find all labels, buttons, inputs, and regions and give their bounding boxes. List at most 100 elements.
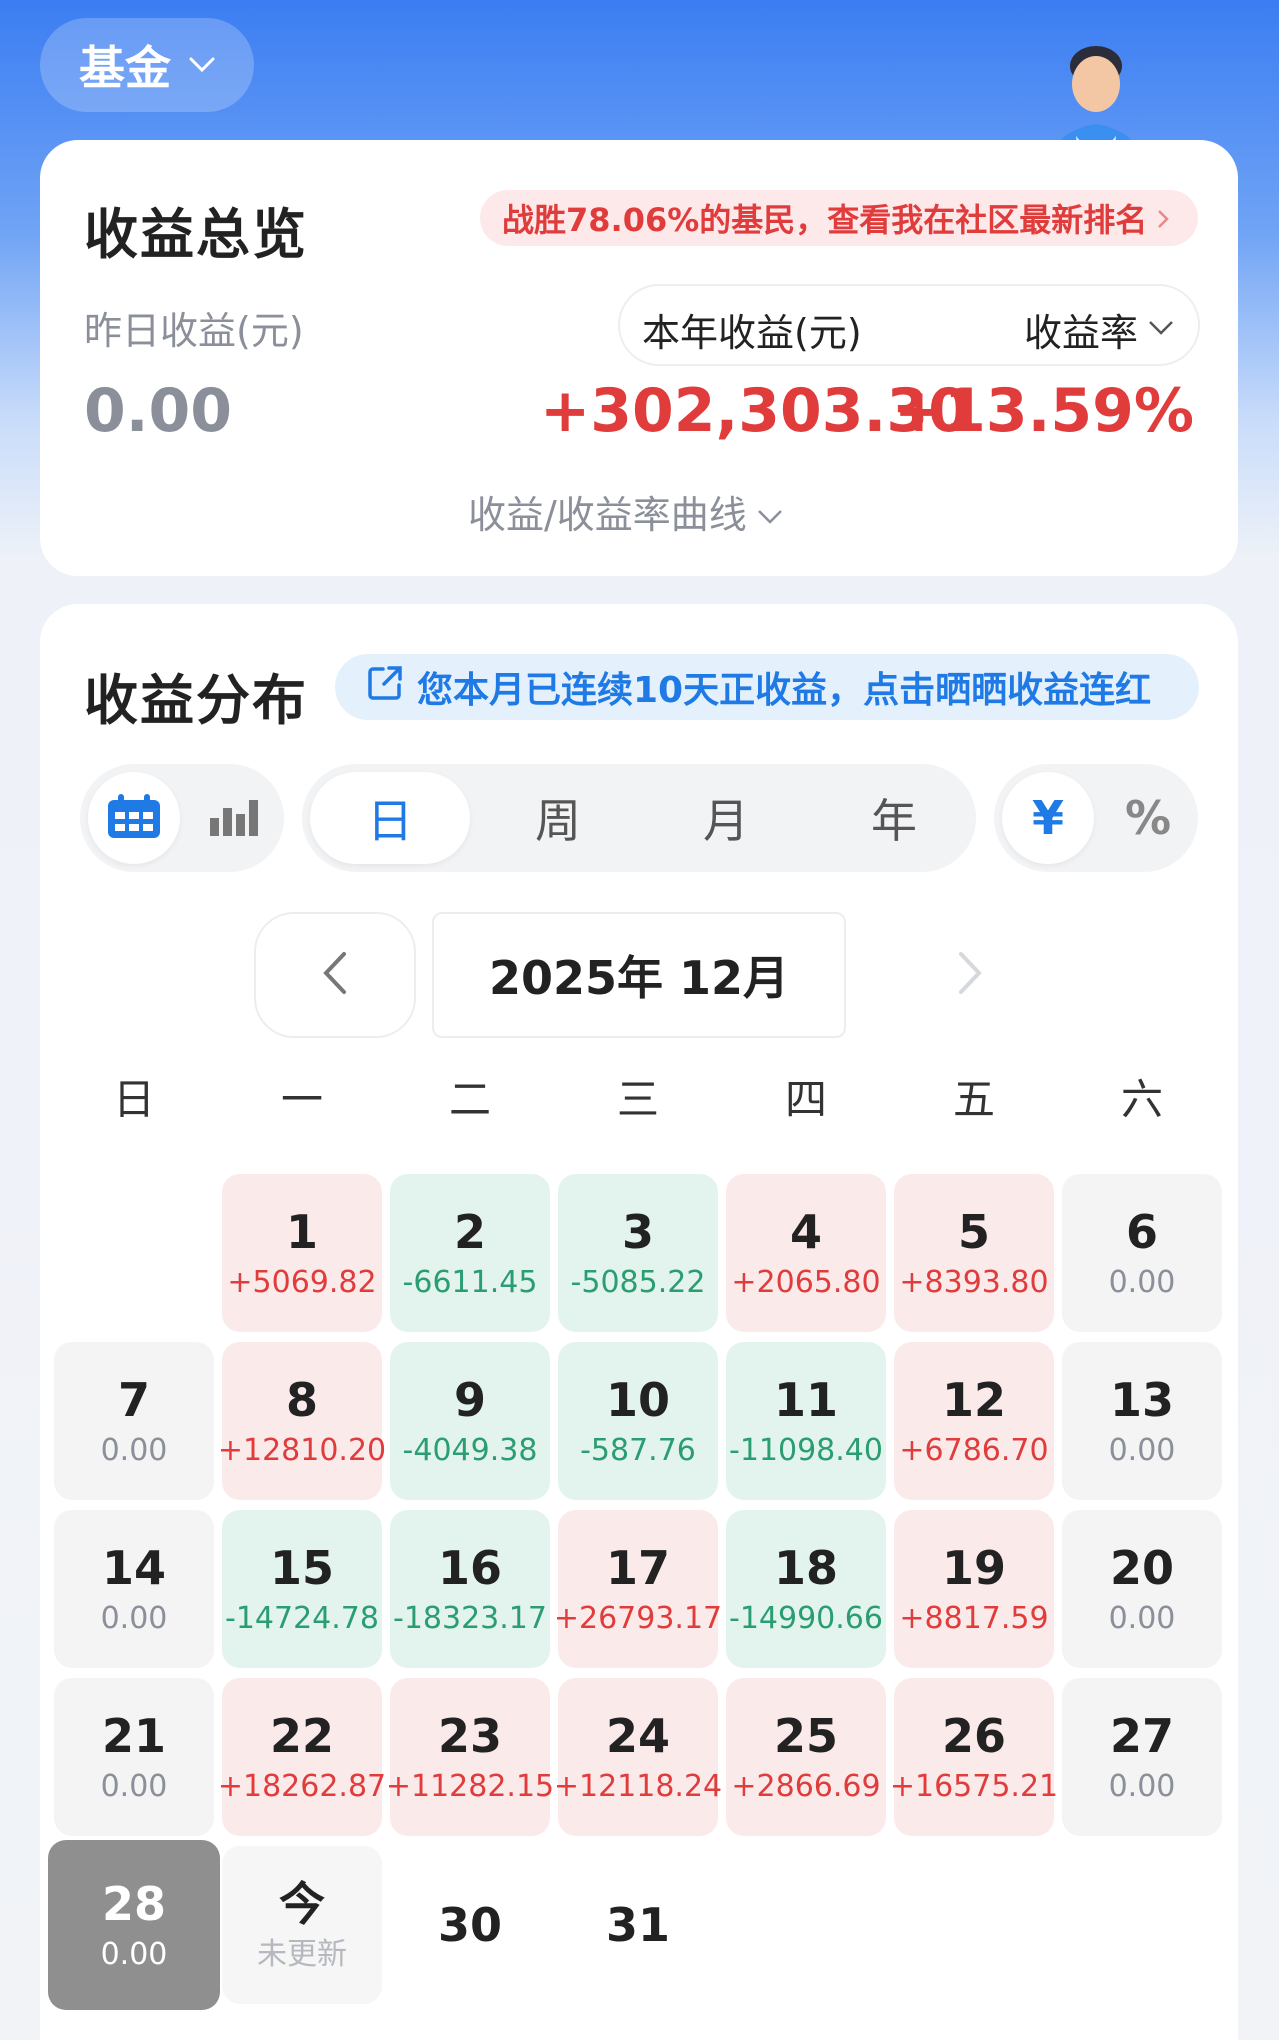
asset-type-label: 基金 bbox=[79, 41, 171, 95]
year-earnings-header[interactable]: 本年收益(元) 收益率 bbox=[618, 284, 1200, 366]
calendar-day-earnings: -6611.45 bbox=[402, 1264, 538, 1300]
month-label[interactable]: 2025年 12月 bbox=[432, 912, 846, 1038]
calendar-day-number: 9 bbox=[453, 1373, 486, 1428]
calendar-day-earnings: 0.00 bbox=[1108, 1432, 1176, 1468]
calendar-day-earnings: 0.00 bbox=[100, 1600, 168, 1636]
distribution-title: 收益分布 bbox=[84, 669, 308, 732]
calendar-day-cell[interactable]: 7 0.00 bbox=[54, 1342, 214, 1500]
unit-toggle: ¥ % bbox=[994, 764, 1198, 872]
calendar-day-cell[interactable]: 2 -6611.45 bbox=[390, 1174, 550, 1332]
calendar-day-cell[interactable]: 18 -14990.66 bbox=[726, 1510, 886, 1668]
calendar-day-number: 5 bbox=[957, 1205, 990, 1260]
calendar-day-earnings: +8393.80 bbox=[899, 1264, 1049, 1300]
calendar-day-earnings: 0.00 bbox=[100, 1936, 168, 1972]
community-rank-banner[interactable]: 战胜78.06%的基民，查看我在社区最新排名 bbox=[480, 190, 1198, 246]
prev-month-button[interactable] bbox=[254, 912, 416, 1038]
next-month-button[interactable] bbox=[920, 912, 1020, 1038]
calendar-day-cell[interactable]: 19 +8817.59 bbox=[894, 1510, 1054, 1668]
rate-label: 收益率 bbox=[1023, 311, 1138, 355]
calendar-day-earnings: +6786.70 bbox=[899, 1432, 1049, 1468]
calendar-view-button[interactable] bbox=[88, 772, 180, 864]
calendar-day-cell[interactable]: 13 0.00 bbox=[1062, 1342, 1222, 1500]
calendar-day-earnings: 未更新 bbox=[257, 1936, 347, 1972]
chevron-left-icon bbox=[322, 951, 348, 999]
calendar-day-cell[interactable]: 28 0.00 bbox=[48, 1840, 220, 2010]
bar-view-button[interactable] bbox=[188, 772, 280, 864]
calendar-day-earnings: +2065.80 bbox=[731, 1264, 881, 1300]
calendar-day-number: 28 bbox=[101, 1877, 166, 1932]
calendar-day-number: 27 bbox=[1109, 1709, 1174, 1764]
calendar-icon bbox=[106, 792, 162, 844]
chevron-right-icon bbox=[957, 951, 983, 999]
calendar-day-cell[interactable]: 1 +5069.82 bbox=[222, 1174, 382, 1332]
earnings-rate-value: +13.59% bbox=[893, 376, 1194, 446]
calendar-day-cell[interactable]: 31 bbox=[558, 1846, 718, 2004]
rate-selector[interactable]: 收益率 bbox=[1024, 302, 1174, 357]
unit-yuan-button[interactable]: ¥ bbox=[1002, 772, 1094, 864]
streak-share-banner[interactable]: 您本月已连续10天正收益，点击晒晒收益连红 bbox=[335, 654, 1199, 720]
calendar-day-number: 30 bbox=[437, 1897, 502, 1952]
overview-title: 收益总览 bbox=[84, 203, 308, 266]
calendar-day-number: 15 bbox=[269, 1541, 334, 1596]
weekday-sun: 日 bbox=[112, 1075, 155, 1124]
calendar-day-cell[interactable]: 11 -11098.40 bbox=[726, 1342, 886, 1500]
calendar-day-cell[interactable]: 24 +12118.24 bbox=[554, 1678, 722, 1836]
calendar-day-cell[interactable]: 26 +16575.21 bbox=[890, 1678, 1058, 1836]
calendar-day-cell[interactable]: 4 +2065.80 bbox=[726, 1174, 886, 1332]
calendar-day-earnings: -11098.40 bbox=[729, 1432, 883, 1468]
calendar-day-cell[interactable]: 15 -14724.78 bbox=[222, 1510, 382, 1668]
earnings-distribution-card: 收益分布 您本月已连续10天正收益，点击晒晒收益连红 日 周 月 年 ¥ % 2… bbox=[40, 604, 1238, 2040]
calendar-day-cell[interactable]: 25 +2866.69 bbox=[726, 1678, 886, 1836]
calendar-day-earnings: -14724.78 bbox=[225, 1600, 379, 1636]
tab-day[interactable]: 日 bbox=[310, 772, 470, 864]
calendar-day-number: 2 bbox=[453, 1205, 486, 1260]
calendar-day-earnings: -4049.38 bbox=[402, 1432, 538, 1468]
calendar-day-cell[interactable]: 8 +12810.20 bbox=[218, 1342, 386, 1500]
rank-text: 战胜78.06%的基民，查看我在社区最新排名 bbox=[502, 201, 1148, 239]
tab-year[interactable]: 年 bbox=[814, 772, 974, 864]
tab-month[interactable]: 月 bbox=[646, 772, 806, 864]
tab-week[interactable]: 周 bbox=[478, 772, 638, 864]
calendar-day-earnings: +16575.21 bbox=[889, 1768, 1059, 1804]
calendar-day-number: 11 bbox=[773, 1373, 838, 1428]
calendar-day-cell[interactable]: 10 -587.76 bbox=[558, 1342, 718, 1500]
calendar-day-earnings: 0.00 bbox=[100, 1432, 168, 1468]
calendar-day-cell[interactable]: 3 -5085.22 bbox=[558, 1174, 718, 1332]
weekday-tue: 二 bbox=[448, 1075, 491, 1124]
asset-type-selector[interactable]: 基金 bbox=[40, 18, 254, 112]
calendar-day-cell[interactable]: 17 +26793.17 bbox=[554, 1510, 722, 1668]
earnings-curve-toggle[interactable]: 收益/收益率曲线 bbox=[468, 484, 783, 539]
calendar-day-cell[interactable]: 16 -18323.17 bbox=[390, 1510, 550, 1668]
calendar-day-earnings: +8817.59 bbox=[899, 1600, 1049, 1636]
calendar-day-cell[interactable]: 5 +8393.80 bbox=[894, 1174, 1054, 1332]
calendar-day-cell[interactable]: 27 0.00 bbox=[1062, 1678, 1222, 1836]
calendar-day-cell[interactable]: 12 +6786.70 bbox=[894, 1342, 1054, 1500]
calendar-day-number: 19 bbox=[941, 1541, 1006, 1596]
calendar-day-cell[interactable]: 21 0.00 bbox=[54, 1678, 214, 1836]
calendar-day-cell[interactable]: 30 bbox=[390, 1846, 550, 2004]
calendar-day-cell[interactable]: 9 -4049.38 bbox=[390, 1342, 550, 1500]
calendar-day-earnings: 0.00 bbox=[100, 1768, 168, 1804]
calendar-day-number: 25 bbox=[773, 1709, 838, 1764]
calendar-day-earnings: 0.00 bbox=[1108, 1264, 1176, 1300]
calendar-day-number: 4 bbox=[789, 1205, 822, 1260]
calendar-day-earnings: +12118.24 bbox=[553, 1768, 723, 1804]
calendar-day-cell[interactable]: 6 0.00 bbox=[1062, 1174, 1222, 1332]
streak-text: 您本月已连续10天正收益，点击晒晒收益连红 bbox=[417, 670, 1152, 711]
calendar-day-cell[interactable]: 22 +18262.87 bbox=[218, 1678, 386, 1836]
calendar-day-cell[interactable]: 今未更新 bbox=[222, 1846, 382, 2004]
calendar-day-cell[interactable]: 20 0.00 bbox=[1062, 1510, 1222, 1668]
calendar-day-number: 1 bbox=[285, 1205, 318, 1260]
calendar-day-number: 3 bbox=[621, 1205, 654, 1260]
calendar-day-number: 24 bbox=[605, 1709, 670, 1764]
calendar-day-number: 14 bbox=[101, 1541, 166, 1596]
calendar-day-number: 6 bbox=[1125, 1205, 1158, 1260]
unit-percent-button[interactable]: % bbox=[1102, 772, 1194, 864]
weekday-thu: 四 bbox=[784, 1075, 827, 1124]
view-mode-toggle bbox=[80, 764, 284, 872]
calendar-day-cell[interactable]: 23 +11282.15 bbox=[386, 1678, 554, 1836]
calendar-day-earnings: +26793.17 bbox=[553, 1600, 723, 1636]
calendar-day-cell[interactable]: 14 0.00 bbox=[54, 1510, 214, 1668]
share-icon bbox=[365, 663, 405, 712]
calendar-day-earnings: +18262.87 bbox=[217, 1768, 387, 1804]
